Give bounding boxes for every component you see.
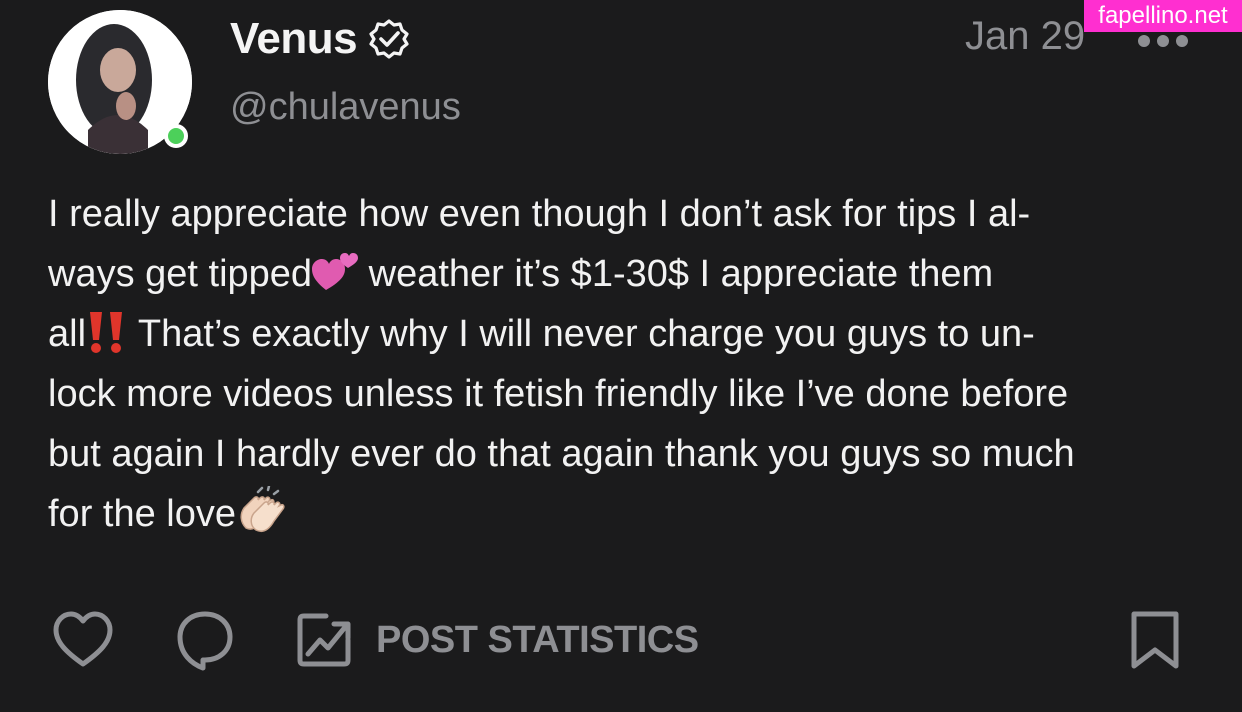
post-text-line: ways get tipped weather it’s $1-30$ I ap… — [48, 244, 1208, 304]
comment-icon[interactable] — [176, 610, 234, 672]
post-text-line: for the love — [48, 484, 1208, 544]
author-name-row[interactable]: Venus — [230, 12, 411, 66]
post-text-segment: for the love — [48, 493, 236, 535]
post-text-line: I really appreciate how even though I do… — [48, 184, 1208, 244]
user-handle[interactable]: @chulavenus — [230, 86, 461, 129]
post-date: Jan 29 — [965, 14, 1086, 58]
post-text-segment: weather it’s $1-30$ I appreciate them — [358, 253, 994, 295]
post-card: Venus @chulavenus Jan 29 fapellino.net I… — [0, 0, 1242, 712]
two-hearts-icon — [312, 253, 359, 290]
heart-icon[interactable] — [52, 610, 114, 670]
post-text-segment: I really appreciate how even though I do… — [48, 193, 1031, 235]
display-name[interactable]: Venus — [230, 14, 358, 64]
post-text-segment: lock more videos unless it fetish friend… — [48, 373, 1069, 415]
double-exclamation-icon — [90, 312, 123, 353]
post-text: I really appreciate how even though I do… — [48, 184, 1208, 544]
post-text-segment: all — [48, 313, 87, 355]
post-text-segment: That’s exactly why I will never charge y… — [128, 313, 1035, 355]
post-text-segment: but again I hardly ever do that again th… — [48, 433, 1075, 475]
post-text-line: lock more videos unless it fetish friend… — [48, 364, 1208, 424]
post-actions-bar: POST STATISTICS — [0, 600, 1242, 680]
verified-badge-icon — [369, 19, 409, 59]
avatar[interactable] — [48, 10, 192, 154]
watermark-label: fapellino.net — [1084, 0, 1242, 32]
post-text-line: all That’s exactly why I will never char… — [48, 304, 1208, 364]
post-text-segment: ways get tipped — [48, 253, 313, 295]
post-text-line: but again I hardly ever do that again th… — [48, 424, 1208, 484]
post-statistics-label: POST STATISTICS — [376, 618, 699, 661]
clapping-hands-icon — [240, 486, 285, 533]
online-status-dot — [164, 124, 188, 148]
chart-icon — [297, 613, 351, 667]
bookmark-icon[interactable] — [1128, 610, 1182, 670]
post-statistics-button[interactable]: POST STATISTICS — [296, 612, 699, 668]
more-options-icon[interactable] — [1136, 32, 1190, 50]
